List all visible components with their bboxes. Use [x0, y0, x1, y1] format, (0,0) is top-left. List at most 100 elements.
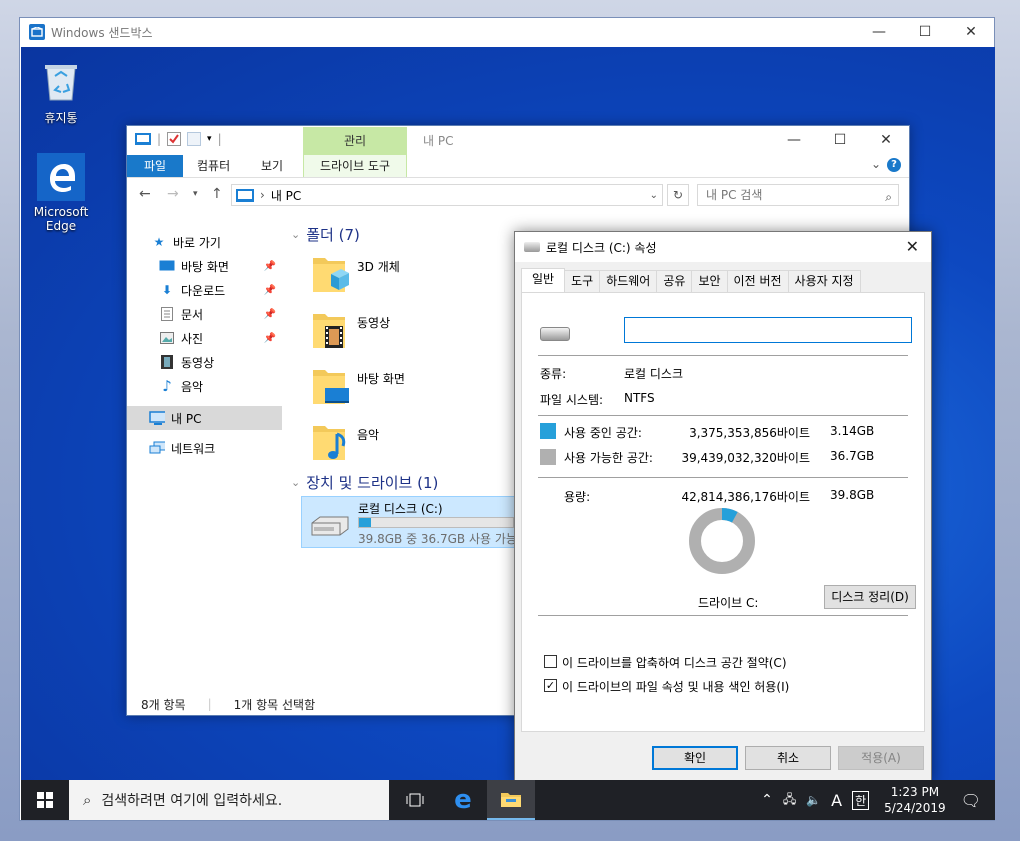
nav-quick-access[interactable]: ★ 바로 가기	[127, 230, 282, 254]
sandbox-titlebar[interactable]: Windows 샌드박스 — ☐ ✕	[20, 18, 994, 46]
tab-tools[interactable]: 도구	[564, 270, 601, 292]
tab-view[interactable]: 보기	[249, 155, 295, 177]
taskbar-search-placeholder: 검색하려면 여기에 입력하세요.	[101, 793, 283, 809]
nav-item-videos[interactable]: 동영상	[127, 350, 282, 374]
drive-usage-fill	[359, 518, 372, 527]
address-text: 내 PC	[270, 188, 302, 203]
windows-icon	[37, 792, 53, 808]
tab-file[interactable]: 파일	[127, 155, 183, 177]
nav-item-downloads[interactable]: ⬇ 다운로드 📌	[127, 278, 282, 302]
address-bar[interactable]: › 내 PC ⌄	[231, 184, 663, 206]
compress-checkbox[interactable]	[544, 655, 557, 668]
3d-objects-folder-icon	[311, 252, 351, 296]
network-icon[interactable]: 🖧	[783, 790, 796, 811]
properties-titlebar[interactable]: 로컬 디스크 (C:) 속성 ✕	[515, 232, 931, 262]
qat-dropdown-icon[interactable]: ▾	[207, 134, 212, 144]
desktop-icon-recycle-bin[interactable]: 휴지통	[26, 57, 96, 126]
minimize-button[interactable]: —	[856, 18, 902, 46]
music-icon: ♪	[162, 377, 172, 395]
drive-usage-bar	[358, 517, 514, 528]
forward-icon[interactable]: →	[167, 186, 179, 202]
desktop-icon-edge[interactable]: Microsoft Edge	[26, 153, 96, 233]
explorer-minimize-button[interactable]: —	[771, 126, 817, 154]
taskbar-search-box[interactable]: ⌕ 검색하려면 여기에 입력하세요.	[69, 780, 389, 820]
type-label: 종류:	[540, 367, 567, 381]
explorer-close-button[interactable]: ✕	[863, 126, 909, 154]
taskbar-edge[interactable]: e	[439, 780, 487, 820]
apply-button[interactable]: 적용(A)	[838, 746, 924, 770]
close-button[interactable]: ✕	[948, 18, 994, 46]
drive-label-input[interactable]	[624, 317, 912, 343]
clock-date: 5/24/2019	[884, 801, 946, 815]
group-header-folders[interactable]: ⌄ 폴더 (7)	[291, 224, 360, 245]
index-label: 이 드라이브의 파일 속성 및 내용 색인 허용(I)	[562, 680, 790, 694]
task-view-button[interactable]	[391, 780, 439, 820]
nav-item-desktop[interactable]: 바탕 화면 📌	[127, 254, 282, 278]
tab-sharing[interactable]: 공유	[656, 270, 693, 292]
computer-icon	[149, 411, 165, 425]
maximize-button[interactable]: ☐	[902, 18, 948, 46]
compress-label: 이 드라이브를 압축하여 디스크 공간 절약(C)	[562, 656, 787, 670]
collapse-icon[interactable]: ⌄	[291, 476, 300, 489]
context-tab-group-manage: 관리	[303, 127, 407, 155]
system-tray: ⌃ 🖧 🔈 A 한 1:23 PM 5/24/2019 🗨	[756, 780, 995, 820]
nav-item-documents[interactable]: 문서 📌	[127, 302, 282, 326]
nav-network[interactable]: 네트워크	[127, 436, 282, 460]
folder-music[interactable]: 음악	[311, 420, 379, 464]
close-icon[interactable]: ✕	[906, 237, 919, 256]
address-dropdown-icon[interactable]: ⌄	[650, 190, 658, 201]
explorer-maximize-button[interactable]: ☐	[817, 126, 863, 154]
hard-drive-icon	[540, 327, 570, 341]
help-icon[interactable]: ?	[887, 158, 901, 172]
volume-icon[interactable]: 🔈	[806, 793, 821, 807]
ribbon-expand-icon[interactable]: ⌄	[871, 157, 881, 171]
tab-drive-tools[interactable]: 드라이브 도구	[303, 155, 407, 177]
drive-c-tile[interactable]: 로컬 디스크 (C:) 39.8GB 중 36.7GB 사용 가능	[301, 496, 531, 548]
group-header-devices[interactable]: ⌄ 장치 및 드라이브 (1)	[291, 472, 438, 493]
pin-icon[interactable]: 📌	[264, 261, 276, 272]
show-hidden-icons-icon[interactable]: ⌃	[761, 792, 773, 808]
ime-mode[interactable]: A	[831, 791, 842, 810]
disk-cleanup-button[interactable]: 디스크 정리(D)	[824, 585, 916, 609]
computer-icon[interactable]	[135, 133, 151, 145]
collapse-icon[interactable]: ⌄	[291, 228, 300, 241]
ok-button[interactable]: 확인	[652, 746, 738, 770]
up-icon[interactable]: ↑	[211, 186, 223, 202]
taskbar: ⌕ 검색하려면 여기에 입력하세요. e ⌃ 🖧 🔈 A 한 1:23 PM 5…	[21, 780, 995, 820]
pin-icon[interactable]: 📌	[264, 285, 276, 296]
nav-item-music[interactable]: ♪ 음악	[127, 374, 282, 398]
new-folder-icon[interactable]	[187, 132, 202, 146]
index-checkbox[interactable]: ✓	[544, 679, 557, 692]
properties-icon[interactable]	[167, 132, 182, 146]
notifications-icon[interactable]: 🗨	[961, 791, 981, 810]
taskbar-file-explorer[interactable]	[487, 780, 535, 820]
recent-locations-icon[interactable]: ▾	[193, 189, 198, 199]
folder-desktop[interactable]: 바탕 화면	[311, 364, 405, 408]
disk-usage-donut	[689, 508, 755, 574]
refresh-icon[interactable]: ↻	[667, 184, 689, 206]
tab-security[interactable]: 보안	[691, 270, 728, 292]
search-input[interactable]: 내 PC 검색 ⌕	[697, 184, 899, 206]
nav-this-pc[interactable]: 내 PC	[127, 406, 282, 430]
cancel-button[interactable]: 취소	[745, 746, 831, 770]
tab-general[interactable]: 일반	[521, 268, 566, 292]
start-button[interactable]	[21, 780, 69, 820]
videos-folder-icon	[311, 308, 351, 352]
folder-3d-objects[interactable]: 3D 개체	[311, 252, 400, 296]
ime-language[interactable]: 한	[852, 790, 870, 810]
tab-hardware[interactable]: 하드웨어	[599, 270, 658, 292]
tab-previous-versions[interactable]: 이전 버전	[726, 270, 789, 292]
capacity-size: 39.8GB	[830, 488, 875, 502]
drive-free-text: 39.8GB 중 36.7GB 사용 가능	[358, 532, 517, 546]
pin-icon[interactable]: 📌	[264, 333, 276, 344]
folder-videos[interactable]: 동영상	[311, 308, 390, 352]
tab-customize[interactable]: 사용자 지정	[787, 270, 861, 292]
properties-title: 로컬 디스크 (C:) 속성	[546, 240, 657, 255]
tab-computer[interactable]: 컴퓨터	[185, 155, 242, 177]
pin-icon[interactable]: 📌	[264, 309, 276, 320]
back-icon[interactable]: ←	[139, 186, 151, 202]
explorer-titlebar[interactable]: | ▾ | 관리 내 PC — ☐ ✕	[127, 126, 909, 155]
nav-item-pictures[interactable]: 사진 📌	[127, 326, 282, 350]
clock[interactable]: 1:23 PM 5/24/2019	[884, 784, 946, 816]
sandbox-title: Windows 샌드박스	[51, 25, 153, 40]
